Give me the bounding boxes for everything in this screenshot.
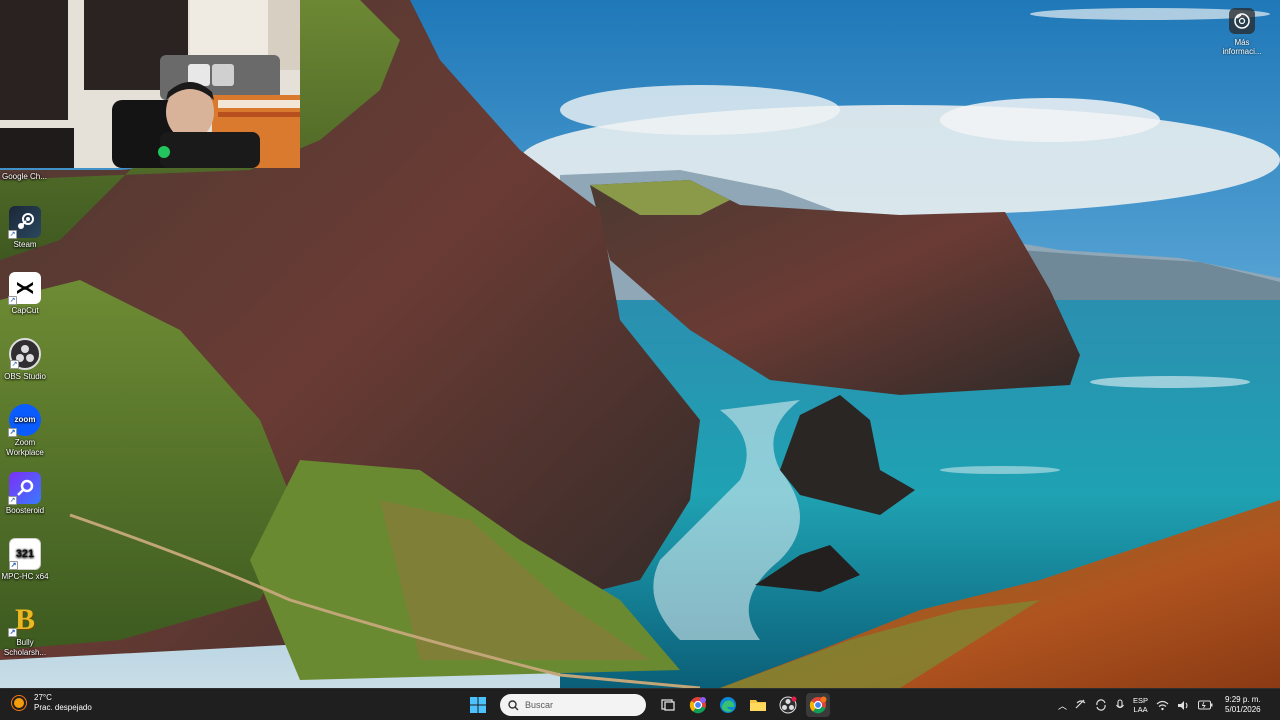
capcut-icon: ↗ (8, 272, 41, 305)
folder-icon (750, 700, 766, 711)
wallpaper-info-button[interactable]: Más informaci... (1216, 8, 1268, 56)
taskbar-center: Buscar (466, 692, 830, 718)
webcam-feed-image (0, 0, 300, 168)
webcam-overlay (0, 0, 300, 168)
obs-icon (779, 696, 797, 714)
start-button[interactable] (466, 693, 490, 717)
desktop-icon-label: Bully Scholarsh... (3, 638, 47, 657)
chrome-icon (689, 697, 706, 714)
task-view-icon (661, 699, 675, 711)
steam-icon: ↗ (8, 206, 41, 239)
file-explorer-button[interactable] (746, 693, 770, 717)
desktop-icon-boosteroid[interactable]: ↗ Boosteroid (0, 472, 50, 516)
network-off-icon[interactable] (1075, 699, 1087, 711)
desktop-icon-label: Boosteroid (5, 506, 45, 515)
desktop-icon-label: OBS Studio (4, 372, 46, 381)
desktop-icon-label: CapCut (11, 306, 39, 315)
shortcut-arrow-icon: ↗ (8, 230, 17, 239)
weather-widget[interactable]: 27°C Prac. despejado (10, 693, 92, 713)
battery-icon[interactable] (1198, 700, 1213, 710)
bully-icon: B ↗ (8, 603, 41, 637)
volume-icon[interactable] (1177, 700, 1190, 711)
mpc-hc-logo-text: 321 (15, 548, 35, 560)
desktop-icon-capcut[interactable]: ↗ CapCut (0, 272, 50, 316)
edge-icon (720, 697, 736, 713)
chrome-icon (809, 696, 827, 714)
weather-condition: Prac. despejado (34, 703, 92, 712)
weather-temp: 27°C (34, 693, 52, 702)
desktop-icon-label: Zoom Workplace (6, 438, 44, 457)
microphone-icon[interactable] (1115, 699, 1125, 711)
system-tray: ︿ ESP LAA 9:29 p. m. 5/01/2026 (1058, 689, 1261, 720)
edge-button[interactable] (716, 693, 740, 717)
mpc-hc-icon: 321 ↗ (9, 538, 41, 570)
task-view-button[interactable] (656, 693, 680, 717)
language-layout: LAA (1133, 705, 1148, 714)
clock-date: 5/01/2026 (1225, 705, 1261, 714)
shortcut-arrow-icon: ↗ (8, 428, 17, 437)
shortcut-arrow-icon: ↗ (8, 628, 17, 637)
zoom-icon: zoom ↗ (8, 404, 41, 437)
shortcut-arrow-icon: ↗ (8, 296, 17, 305)
shortcut-arrow-icon: ↗ (9, 561, 18, 570)
shortcut-arrow-icon: ↗ (8, 496, 17, 505)
windows-icon (470, 697, 486, 713)
desktop-icon-steam[interactable]: ↗ Steam (0, 206, 50, 250)
taskbar: 27°C Prac. despejado Buscar ︿ ESP LAA 9:… (0, 688, 1280, 720)
chevron-up-icon[interactable]: ︿ (1058, 699, 1067, 712)
chrome-taskbar-button[interactable] (806, 693, 830, 717)
desktop-icon-obs-studio[interactable]: ↗ OBS Studio (0, 338, 50, 382)
desktop-icon-zoom[interactable]: zoom ↗ Zoom Workplace (0, 404, 50, 458)
obs-taskbar-button[interactable] (776, 693, 800, 717)
clock[interactable]: 9:29 p. m. 5/01/2026 (1225, 695, 1261, 715)
obs-icon: ↗ (9, 338, 41, 370)
camera-info-icon (1229, 8, 1255, 34)
desktop-icon-label: Steam (13, 240, 37, 249)
sync-icon[interactable] (1095, 699, 1107, 711)
weather-sun-icon (11, 695, 27, 711)
chrome-profile-button[interactable] (686, 693, 710, 717)
shortcut-arrow-icon: ↗ (10, 360, 19, 369)
clock-time: 9:29 p. m. (1225, 695, 1261, 704)
boosteroid-icon: ↗ (8, 472, 41, 505)
taskbar-search[interactable]: Buscar (500, 694, 646, 716)
wifi-icon[interactable] (1156, 700, 1169, 711)
zoom-logo-text: zoom (14, 415, 36, 424)
bully-logo-text: B (14, 603, 35, 636)
search-icon (508, 699, 519, 710)
language-code: ESP (1133, 696, 1149, 705)
desktop-icon-chrome-label[interactable]: Google Ch... (2, 172, 47, 181)
desktop-icon-label: MPC-HC x64 (1, 572, 49, 581)
search-placeholder: Buscar (525, 700, 554, 710)
desktop-icon-bully[interactable]: B ↗ Bully Scholarsh... (0, 604, 50, 658)
desktop-icon-mpc-hc[interactable]: 321 ↗ MPC-HC x64 (0, 538, 50, 582)
wallpaper-info-label: Más informaci... (1222, 38, 1262, 56)
language-indicator[interactable]: ESP LAA (1133, 696, 1148, 714)
